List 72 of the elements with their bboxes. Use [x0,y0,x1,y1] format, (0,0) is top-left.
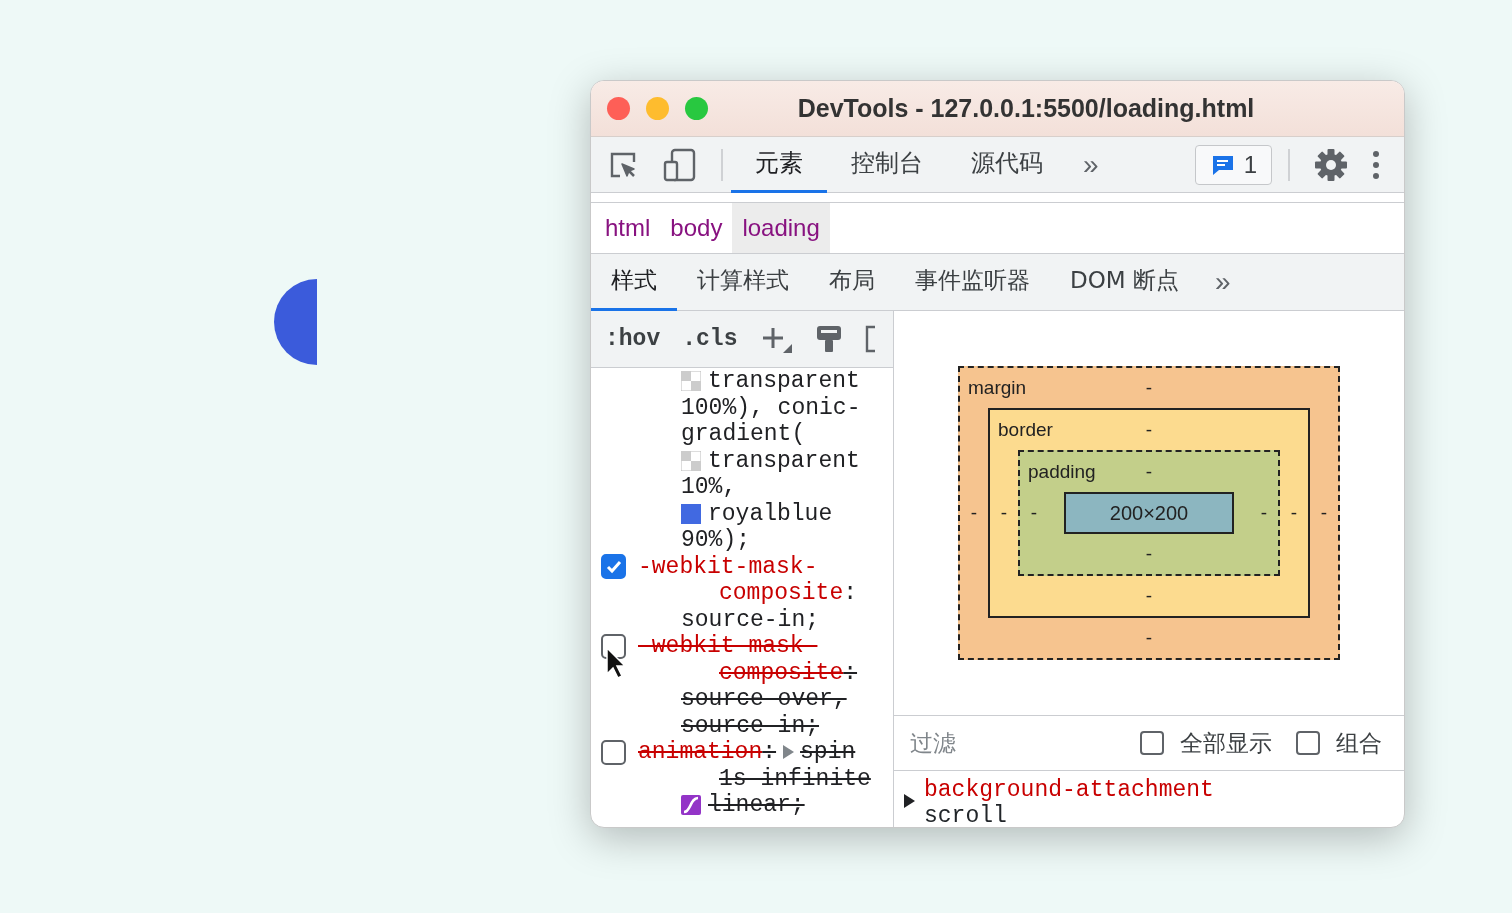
easing-curve-icon[interactable] [681,795,701,816]
class-toggle[interactable]: .cls [682,321,738,357]
window-title: DevTools - 127.0.0.1:5500/loading.html [796,92,1256,124]
property-name: background-attachment [924,777,1214,803]
checkbox[interactable] [601,554,626,580]
hover-state-toggle[interactable]: :hov [605,321,661,357]
transparent-swatch-icon[interactable] [681,450,701,471]
checkbox-label: 组合 [1336,728,1382,758]
box-label: border [997,417,1054,442]
property-name: composite [719,659,844,686]
issues-button[interactable]: 1 [1194,144,1272,185]
property-value: : [843,659,858,686]
box-value: - [969,500,979,525]
box-value: - [1145,541,1153,566]
box-value: - [1259,500,1269,525]
device-toggle-icon[interactable] [663,147,697,182]
checkbox[interactable] [1296,731,1320,755]
content-box: 200×200 [1064,492,1234,534]
box-value: - [999,500,1009,525]
property-value: 90%); [681,527,750,554]
property-value: : [843,580,858,607]
property-value: gradient( [681,421,806,448]
tab[interactable]: 计算样式 [677,253,809,311]
property-value: source-over, [681,686,847,713]
property-value: spin [800,739,856,766]
box-value: - [1145,417,1153,442]
property-value: transparent [708,368,860,395]
more-tabs-button[interactable]: » [1067,143,1115,186]
settings-icon[interactable] [1314,147,1348,182]
tab[interactable]: DOM 断点 [1050,253,1199,311]
property-value: : [762,739,777,766]
property-value: 1s infinite [719,765,871,792]
property-value: source-in; [681,712,820,739]
tab[interactable]: 布局 [809,253,895,311]
breadcrumb-item[interactable]: loading [732,203,830,253]
close-button[interactable] [607,97,630,120]
box-value: - [1145,583,1153,608]
box-value: - [1145,459,1153,484]
tab[interactable]: 源代码 [947,136,1067,193]
box-label: margin [967,375,1028,400]
color-swatch[interactable] [681,503,701,524]
property-value: royalblue [708,500,833,527]
more-tabs-button[interactable]: » [1199,261,1247,303]
tab[interactable]: 控制台 [827,136,947,193]
breadcrumb-item[interactable]: html [595,203,661,253]
box-label: padding [1027,459,1097,484]
filter-field[interactable]: 过滤 [908,724,1124,762]
expand-arrow-icon[interactable] [902,793,916,809]
box-value: - [1289,500,1299,525]
box-value: - [1145,375,1153,400]
checkbox[interactable] [601,739,626,765]
box-value: - [1029,500,1039,525]
property-value: 10%, [681,474,737,501]
property-name: composite [719,580,844,607]
box-value: - [1319,500,1329,525]
transparent-swatch-icon[interactable] [681,371,701,392]
property-value: 100%), conic- [681,394,861,421]
panel-toggle-icon[interactable] [865,324,876,354]
checkbox-label: 全部显示 [1180,728,1272,758]
property-name: animation [638,739,763,766]
property-value: linear; [708,792,805,819]
box-value: - [1145,625,1153,650]
paint-brush-icon[interactable] [815,324,844,354]
checkbox[interactable] [1140,731,1164,755]
property-name: -webkit-mask- [638,633,818,660]
property-value: scroll [924,803,1008,827]
breadcrumb-item[interactable]: body [660,203,733,253]
property-name: -webkit-mask- [638,553,818,580]
property-value: source-in; [681,606,820,633]
tab[interactable]: 事件监听器 [895,253,1050,311]
property-value: transparent [708,447,860,474]
more-options-icon[interactable] [1372,149,1380,180]
